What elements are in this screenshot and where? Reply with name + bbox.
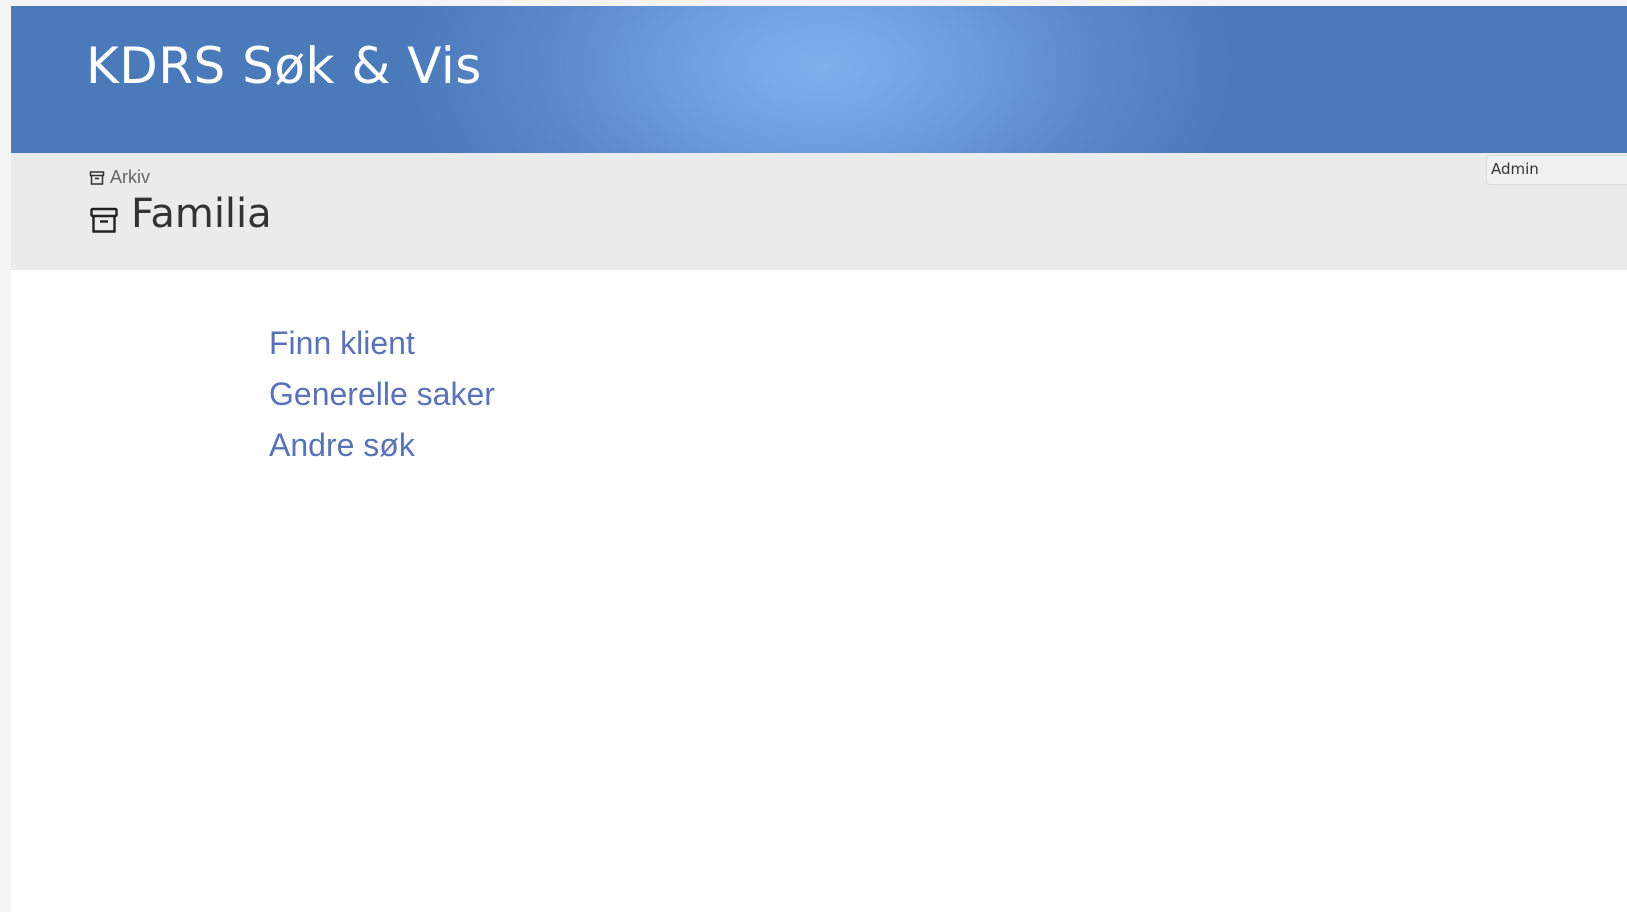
link-andre-sok[interactable]: Andre søk: [269, 420, 495, 471]
archive-box-icon: [89, 199, 119, 233]
link-finn-klient[interactable]: Finn klient: [269, 318, 495, 369]
app-header: KDRS Søk & Vis: [11, 6, 1627, 153]
archive-box-icon: [89, 170, 105, 186]
page-header: Arkiv Familia Admin: [11, 153, 1627, 270]
app-title: KDRS Søk & Vis: [86, 37, 482, 95]
page-title-label: Familia: [131, 191, 272, 237]
page-title: Familia: [89, 191, 272, 237]
app-window: KDRS Søk & Vis Arkiv Familia Admin Finn …: [11, 6, 1627, 912]
link-generelle-saker[interactable]: Generelle saker: [269, 369, 495, 420]
nav-links: Finn klient Generelle saker Andre søk: [269, 318, 495, 471]
admin-button[interactable]: Admin: [1486, 155, 1627, 185]
breadcrumb-arkiv[interactable]: Arkiv: [89, 167, 150, 188]
breadcrumb-label: Arkiv: [110, 167, 150, 187]
